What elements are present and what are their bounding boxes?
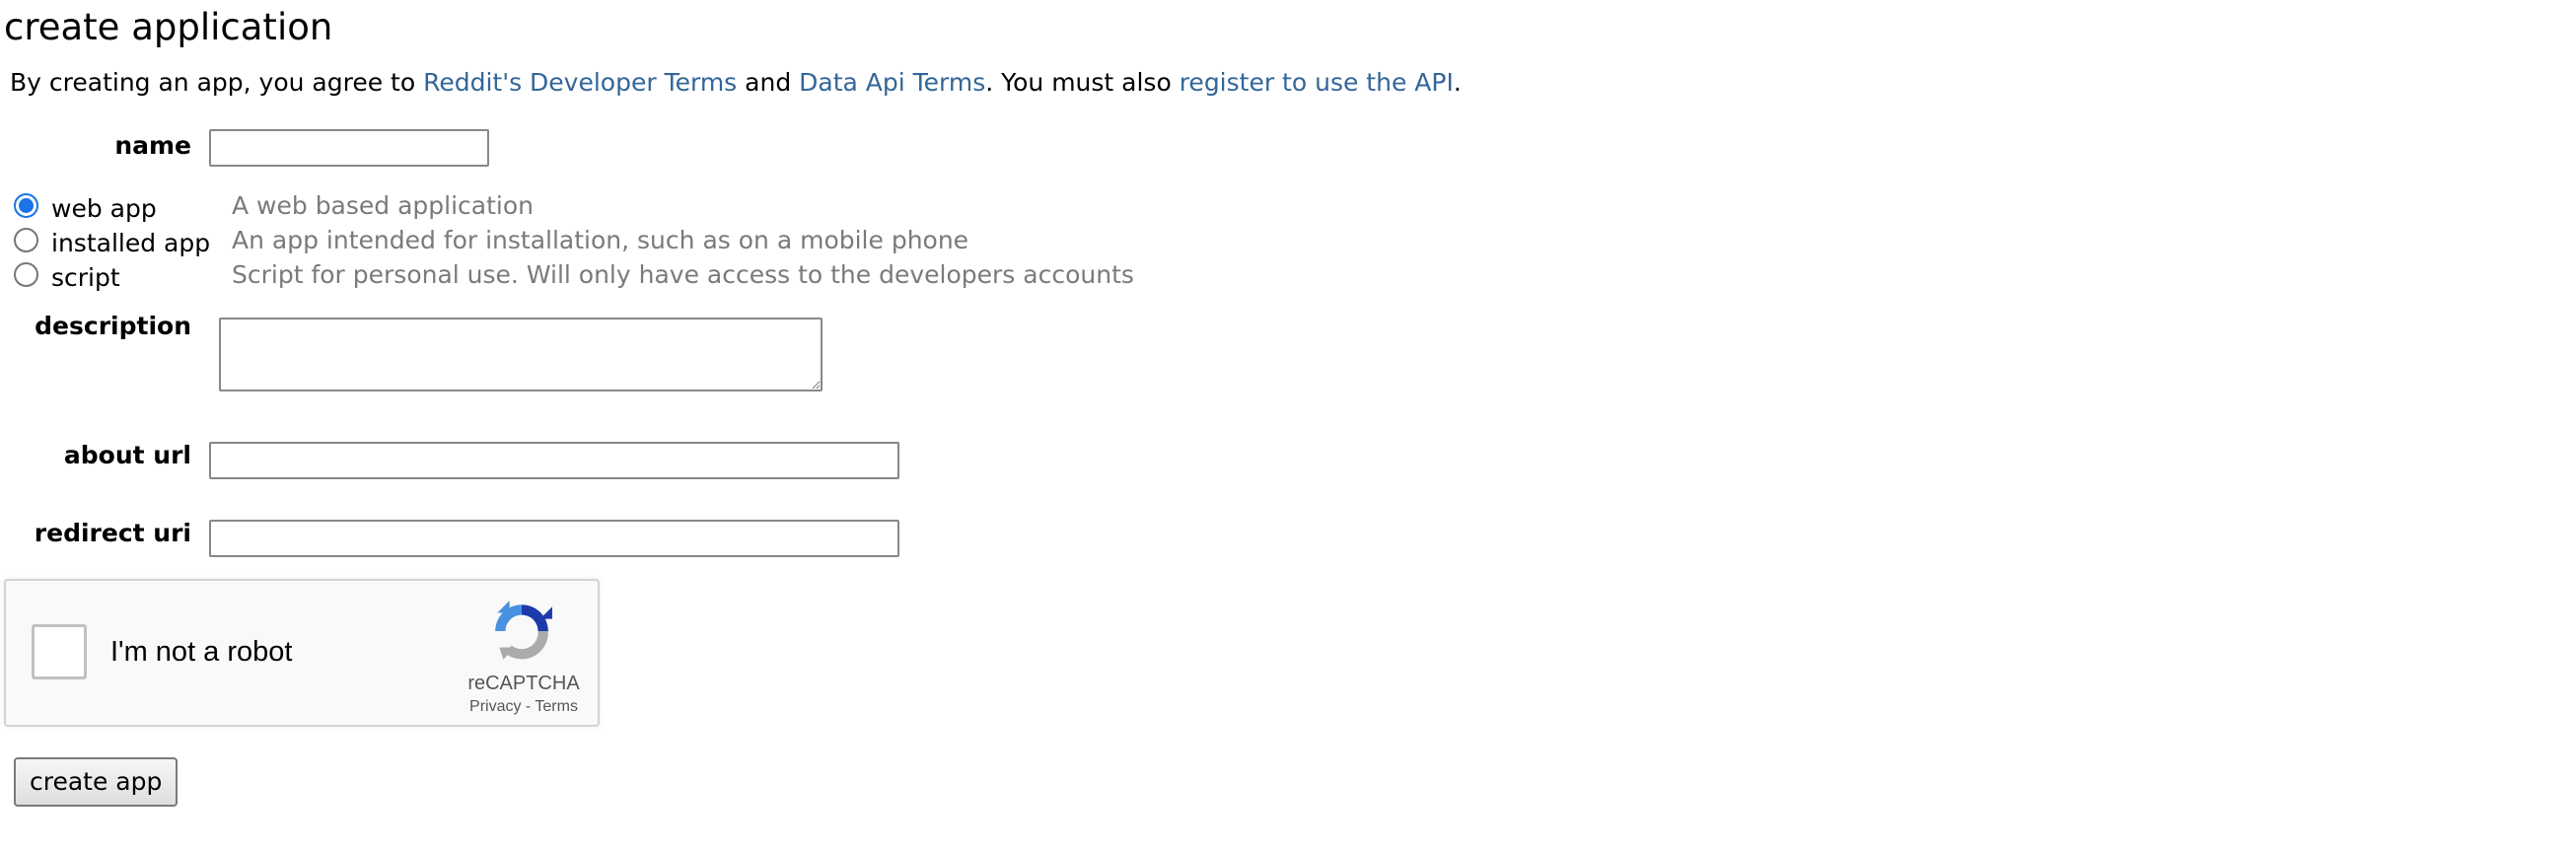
description-label: description [35,312,191,340]
script-label: script [51,263,120,292]
intro-prefix-text: By creating an app, you agree to [10,68,424,97]
about-url-label: about url [63,441,191,469]
redirect-uri-input[interactable] [209,520,899,557]
page-title: create application [4,6,333,48]
script-radio[interactable] [14,262,38,287]
web-app-label: web app [51,194,157,223]
name-input[interactable] [209,129,489,167]
recaptcha-brand: reCAPTCHA [467,673,580,694]
name-label: name [114,131,191,160]
developer-terms-link[interactable]: Reddit's Developer Terms [423,68,737,97]
intro-suffix-text: . [1453,68,1462,97]
create-app-button[interactable]: create app [14,757,179,807]
recaptcha-checkbox[interactable] [32,624,87,679]
terms-intro: By creating an app, you agree to Reddit'… [10,67,1462,99]
script-description: Script for personal use. Will only have … [232,260,1134,289]
description-textarea[interactable] [219,318,823,391]
web-app-description: A web based application [232,191,535,220]
installed-app-radio[interactable] [14,228,38,252]
installed-app-description: An app intended for installation, such a… [232,226,969,254]
data-api-terms-link[interactable]: Data Api Terms [799,68,985,97]
web-app-radio[interactable] [14,193,38,218]
recaptcha-widget: I'm not a robot reCAPTCHA Privacy - Term… [4,579,600,727]
redirect-uri-label: redirect uri [34,519,191,547]
recaptcha-terms-link[interactable]: Terms [535,698,578,715]
recaptcha-logo-icon [495,601,552,660]
recaptcha-links: Privacy - Terms [460,697,588,717]
recaptcha-link-separator: - [521,698,536,715]
recaptcha-label: I'm not a robot [110,636,293,668]
register-api-link[interactable]: register to use the API [1180,68,1454,97]
intro-middle-text: . You must also [985,68,1180,97]
installed-app-label: installed app [51,229,211,257]
recaptcha-privacy-link[interactable]: Privacy [469,698,521,715]
intro-and-text: and [737,68,800,97]
about-url-input[interactable] [209,442,899,479]
